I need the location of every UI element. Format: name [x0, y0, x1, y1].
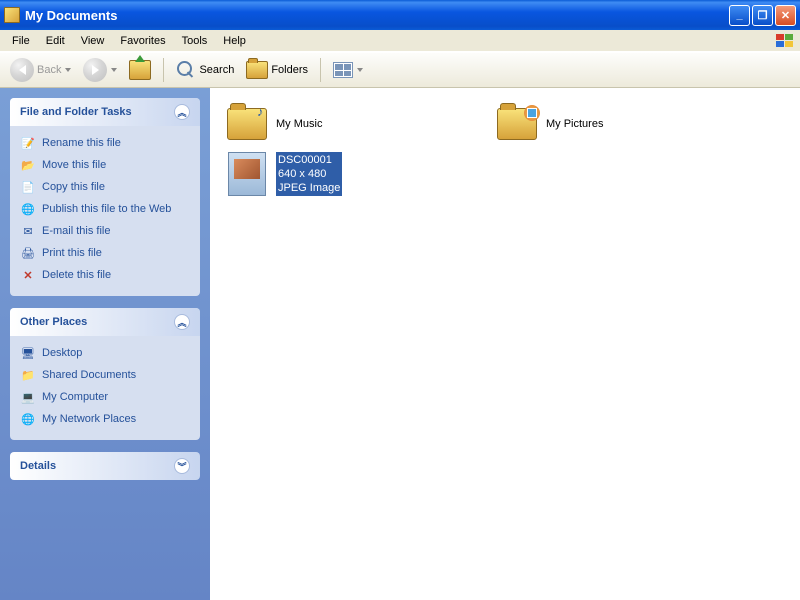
folder-icon [497, 108, 537, 140]
copy-icon: 📄 [20, 179, 36, 195]
window-title: My Documents [25, 8, 117, 23]
file-name: DSC00001 [278, 154, 332, 166]
task-label: Publish this file to the Web [42, 203, 171, 215]
back-button[interactable]: Back [6, 55, 75, 85]
task-copy[interactable]: 📄 Copy this file [20, 176, 190, 198]
separator [163, 58, 164, 82]
collapse-icon: ︽ [174, 104, 190, 120]
collapse-icon: ︽ [174, 314, 190, 330]
item-label: My Music [276, 117, 322, 131]
search-label: Search [199, 64, 234, 76]
file-dimensions: 640 x 480 [278, 168, 326, 180]
task-publish[interactable]: 🌐 Publish this file to the Web [20, 198, 190, 220]
menu-help[interactable]: Help [215, 33, 254, 49]
separator [320, 58, 321, 82]
minimize-button[interactable]: _ [729, 5, 750, 26]
toolbar: Back Search Folders [0, 52, 800, 88]
task-email[interactable]: ✉ E-mail this file [20, 220, 190, 242]
tasks-panel: File and Folder Tasks ︽ 📝 Rename this fil… [10, 98, 200, 296]
up-button[interactable] [125, 57, 155, 83]
folder-icon [227, 108, 267, 140]
chevron-down-icon [111, 68, 117, 72]
close-button[interactable]: ✕ [775, 5, 796, 26]
place-label: My Computer [42, 391, 108, 403]
tasks-title: File and Folder Tasks [20, 106, 132, 118]
title-bar: My Documents _ ❐ ✕ [0, 0, 800, 30]
task-rename[interactable]: 📝 Rename this file [20, 132, 190, 154]
computer-icon: 💻 [20, 389, 36, 405]
pictures-icon [524, 105, 540, 121]
file-list[interactable]: My Music My Pictures DSC00001 640 x 480 … [210, 88, 800, 600]
task-delete[interactable]: ✕ Delete this file [20, 264, 190, 286]
windows-logo-icon [774, 32, 796, 50]
up-folder-icon [129, 60, 151, 80]
print-icon: 🖨 [20, 245, 36, 261]
app-icon [4, 7, 20, 23]
views-button[interactable] [329, 59, 367, 81]
places-panel: Other Places ︽ 🖥 Desktop 📁 Shared Document… [10, 308, 200, 440]
chevron-down-icon [65, 68, 71, 72]
menu-view[interactable]: View [73, 33, 113, 49]
file-type: JPEG Image [278, 182, 340, 194]
task-print[interactable]: 🖨 Print this file [20, 242, 190, 264]
item-label: My Pictures [546, 117, 603, 131]
views-icon [333, 62, 353, 78]
rename-icon: 📝 [20, 135, 36, 151]
folder-my-pictures[interactable]: My Pictures [492, 100, 722, 148]
place-desktop[interactable]: 🖥 Desktop [20, 342, 190, 364]
back-label: Back [37, 64, 61, 76]
folders-button[interactable]: Folders [242, 58, 312, 82]
menu-tools[interactable]: Tools [174, 33, 216, 49]
menu-file[interactable]: File [4, 33, 38, 49]
task-move[interactable]: 📂 Move this file [20, 154, 190, 176]
expand-icon: ︾ [174, 458, 190, 474]
details-header[interactable]: Details ︾ [10, 452, 200, 480]
task-label: Move this file [42, 159, 106, 171]
place-shared[interactable]: 📁 Shared Documents [20, 364, 190, 386]
task-label: E-mail this file [42, 225, 110, 237]
task-label: Delete this file [42, 269, 111, 281]
item-label: DSC00001 640 x 480 JPEG Image [276, 152, 342, 196]
globe-icon: 🌐 [20, 201, 36, 217]
place-label: My Network Places [42, 413, 136, 425]
back-icon [10, 58, 34, 82]
details-title: Details [20, 460, 56, 472]
delete-icon: ✕ [20, 267, 36, 283]
folder-icon [246, 61, 268, 79]
folder-icon: 📁 [20, 367, 36, 383]
places-title: Other Places [20, 316, 87, 328]
place-computer[interactable]: 💻 My Computer [20, 386, 190, 408]
place-network[interactable]: 🌐 My Network Places [20, 408, 190, 430]
folder-my-music[interactable]: My Music [222, 100, 452, 148]
forward-icon [83, 58, 107, 82]
task-label: Rename this file [42, 137, 121, 149]
places-header[interactable]: Other Places ︽ [10, 308, 200, 336]
menu-bar: File Edit View Favorites Tools Help [0, 30, 800, 52]
forward-button[interactable] [79, 55, 121, 85]
image-thumbnail-icon [228, 152, 266, 196]
menu-edit[interactable]: Edit [38, 33, 73, 49]
place-label: Desktop [42, 347, 82, 359]
desktop-icon: 🖥 [20, 345, 36, 361]
details-panel: Details ︾ [10, 452, 200, 480]
folders-label: Folders [271, 64, 308, 76]
menu-favorites[interactable]: Favorites [112, 33, 173, 49]
tasks-header[interactable]: File and Folder Tasks ︽ [10, 98, 200, 126]
side-panel: File and Folder Tasks ︽ 📝 Rename this fil… [0, 88, 210, 600]
search-icon [176, 60, 196, 80]
task-label: Print this file [42, 247, 102, 259]
task-label: Copy this file [42, 181, 105, 193]
maximize-button[interactable]: ❐ [752, 5, 773, 26]
network-icon: 🌐 [20, 411, 36, 427]
file-dsc00001[interactable]: DSC00001 640 x 480 JPEG Image [222, 148, 452, 200]
chevron-down-icon [357, 68, 363, 72]
move-icon: 📂 [20, 157, 36, 173]
search-button[interactable]: Search [172, 57, 238, 83]
mail-icon: ✉ [20, 223, 36, 239]
place-label: Shared Documents [42, 369, 136, 381]
music-note-icon [254, 105, 270, 121]
